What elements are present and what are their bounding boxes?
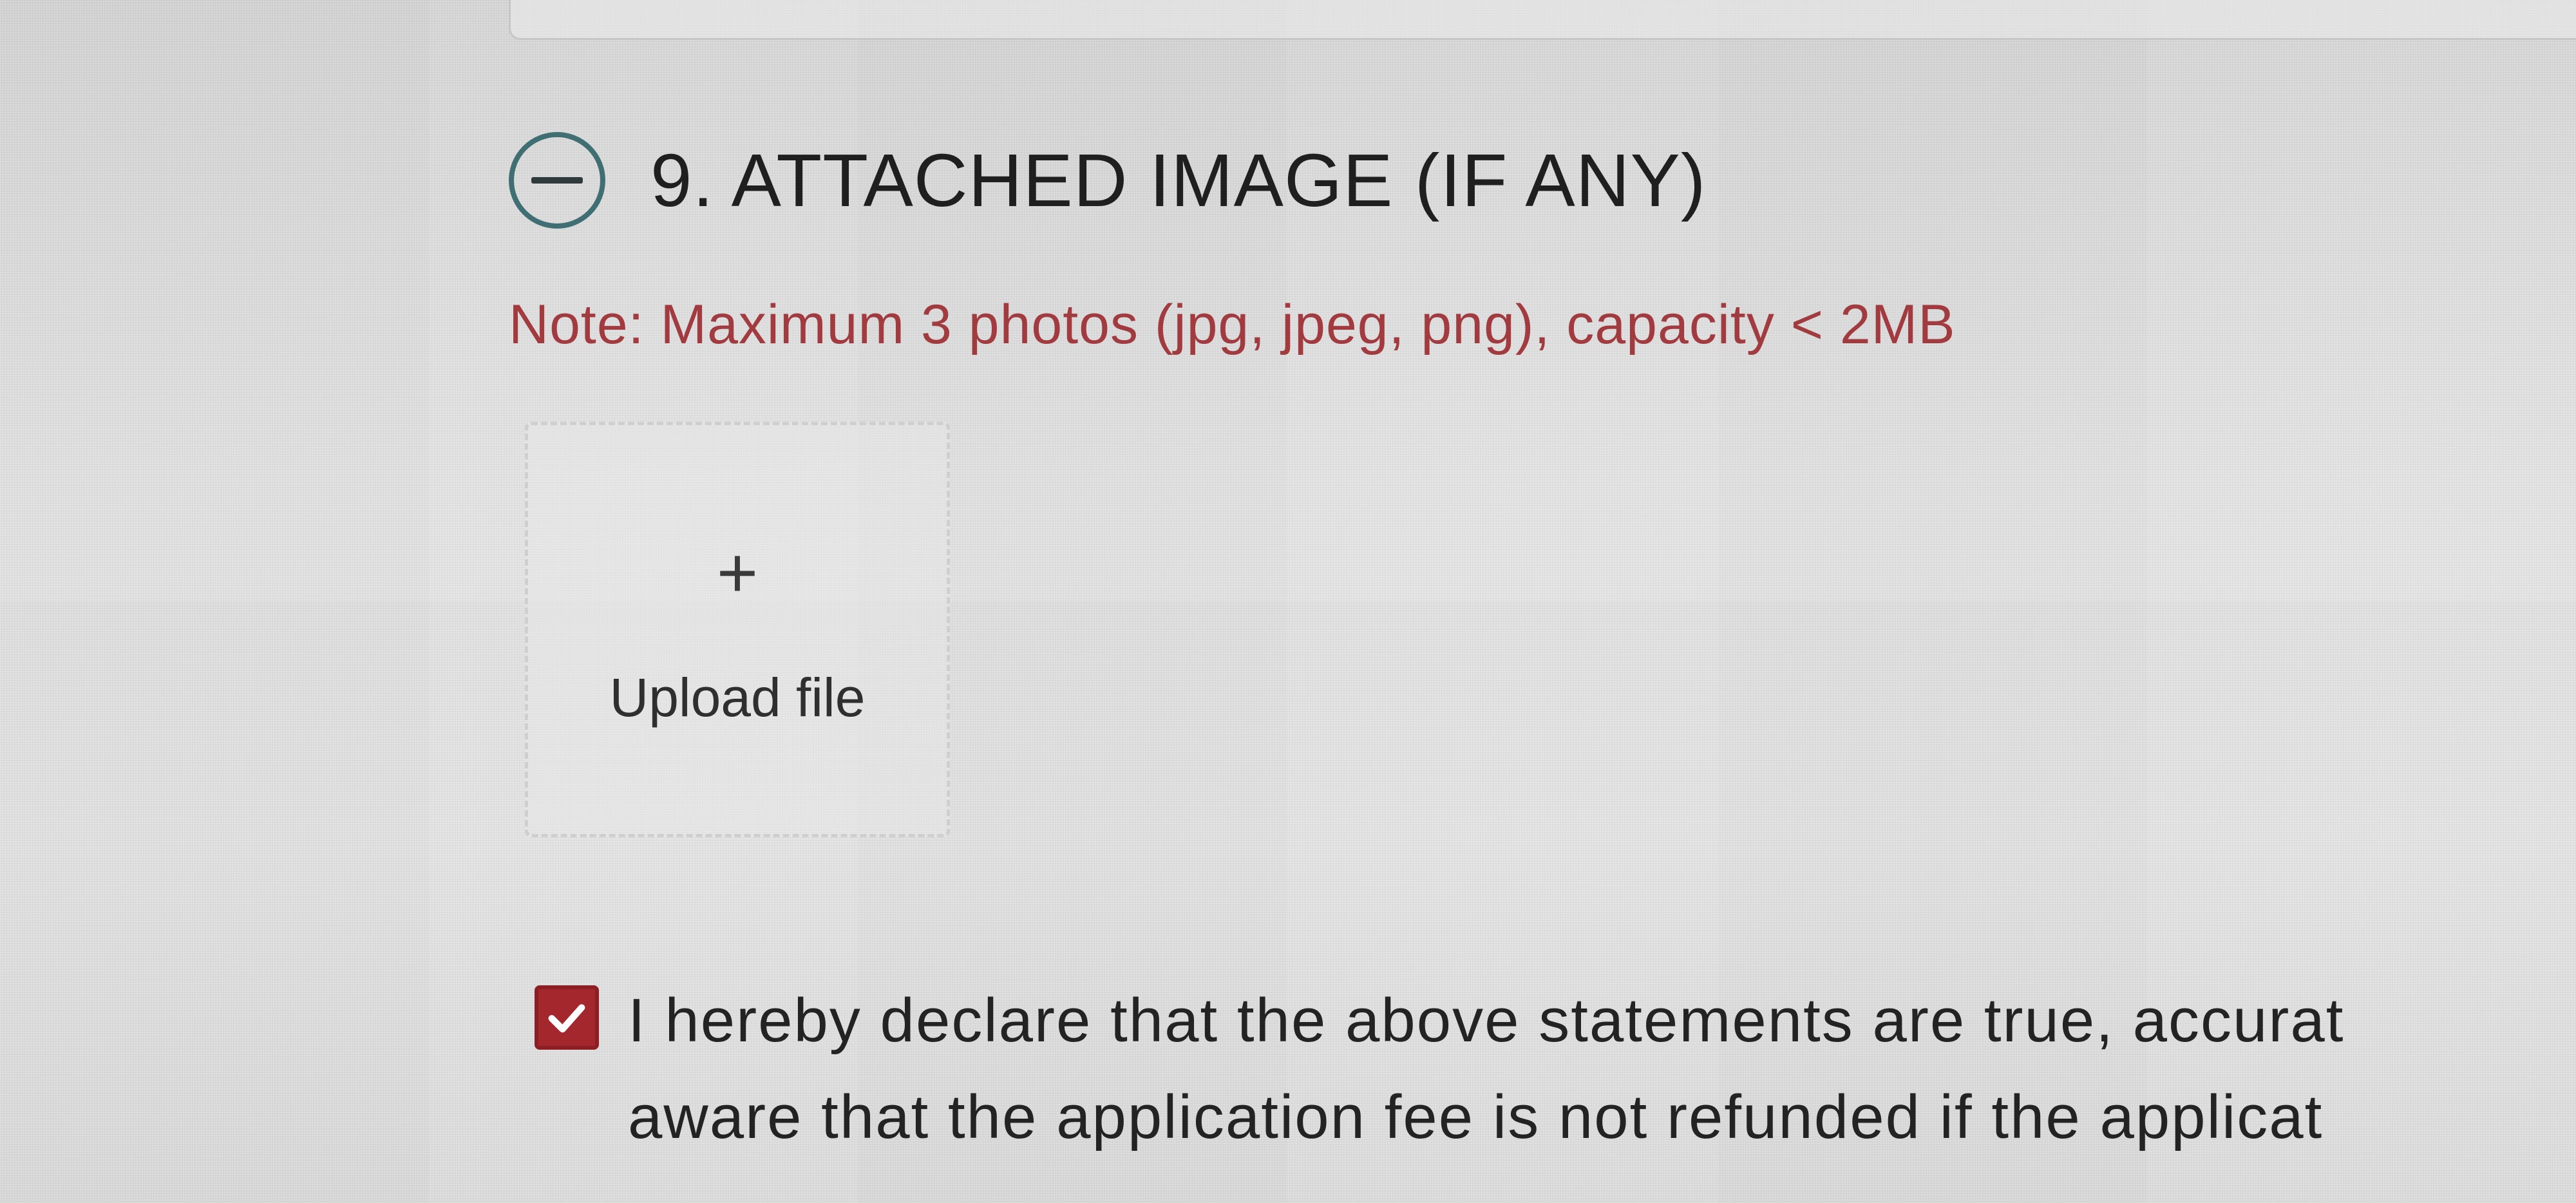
- upload-file-dropzone[interactable]: + Upload file: [525, 422, 950, 837]
- upload-file-label: Upload file: [609, 667, 866, 728]
- previous-section-card: [509, 0, 2576, 40]
- minus-circle-icon: [531, 177, 583, 184]
- upload-note: Note: Maximum 3 photos (jpg, jpeg, png),…: [509, 294, 1956, 355]
- declaration-checkbox[interactable]: [535, 985, 599, 1050]
- section-header: 9. ATTACHED IMAGE (IF ANY): [509, 132, 1706, 229]
- declaration-line-2: aware that the application fee is not re…: [628, 1083, 2324, 1151]
- plus-icon: +: [716, 533, 759, 612]
- collapse-button[interactable]: [509, 132, 605, 229]
- declaration-text: I hereby declare that the above statemen…: [628, 972, 2576, 1166]
- section-title: 9. ATTACHED IMAGE (IF ANY): [650, 138, 1707, 222]
- checkmark-icon: [548, 1004, 585, 1033]
- declaration-line-1: I hereby declare that the above statemen…: [628, 986, 2345, 1055]
